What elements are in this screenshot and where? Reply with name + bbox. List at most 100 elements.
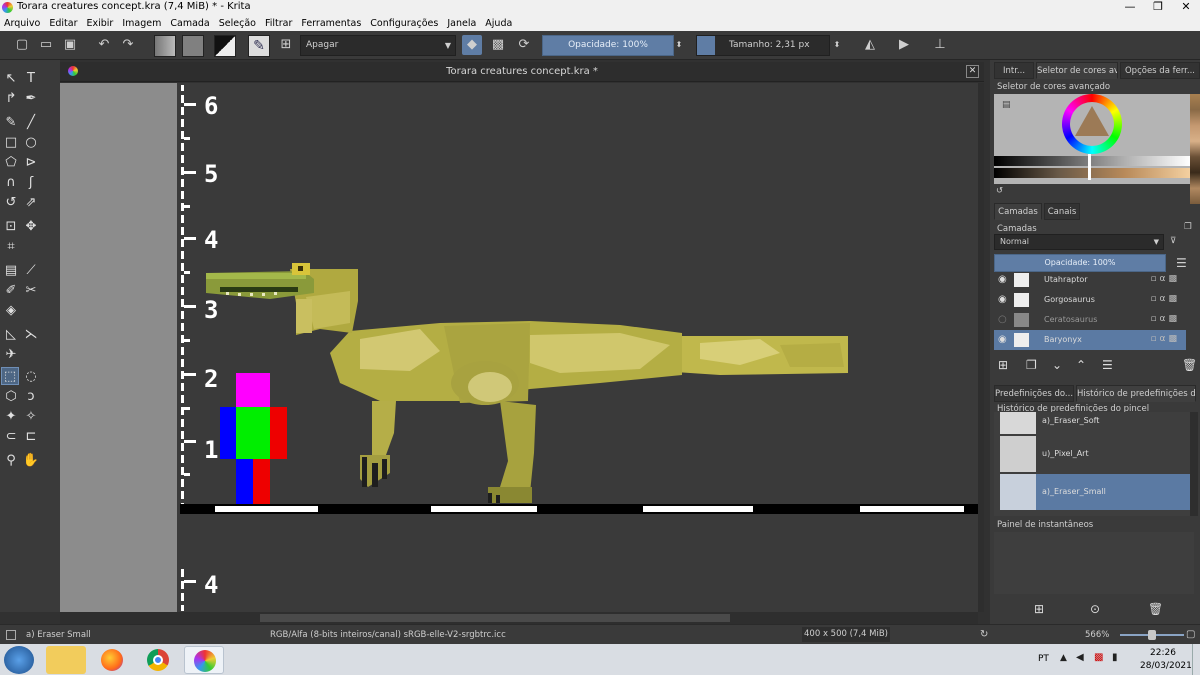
preset-item-active[interactable]: a)_Eraser_Small [1000,474,1190,510]
zoom-level[interactable]: 566% [1085,630,1109,640]
horizontal-scroll-thumb[interactable] [260,614,730,622]
tab-brush-presets[interactable]: Predefinições do... [994,385,1074,402]
menu-editar[interactable]: Editar [49,18,77,29]
polyline-tool-icon[interactable]: ⊳ [22,154,40,172]
brush-settings-icon[interactable]: ⊞ [276,35,296,55]
hue-ring[interactable] [1062,94,1122,154]
add-snapshot-icon[interactable]: ⊞ [1034,602,1044,616]
mirror-vertical-icon[interactable]: ▶ [894,35,914,55]
smart-patch-icon[interactable]: ✂ [22,282,40,300]
menu-imagem[interactable]: Imagem [122,18,161,29]
language-indicator[interactable]: PT [1038,654,1049,664]
text-tool-icon[interactable]: T [22,70,40,88]
tab-color-selector[interactable]: Seletor de cores av... [1036,62,1118,79]
layer-row[interactable]: ◉ Gorgosaurus ▫α▩ [994,290,1186,310]
polygon-select-icon[interactable]: ⬡ [2,388,20,406]
opacity-slider[interactable]: Opacidade: 100% [542,35,674,56]
eraser-mode-icon[interactable]: ◆ [462,35,482,55]
color-picker-icon[interactable]: ⟋ [22,262,40,280]
assistant-tool-icon[interactable]: ⋋ [22,326,40,344]
wrap-around-icon[interactable]: ⊥ [930,35,950,55]
tab-preset-history[interactable]: Histórico de predefinições do ... [1076,385,1196,402]
add-layer-icon[interactable]: ⊞ [998,358,1008,372]
select-shapes-icon[interactable]: ↖ [2,70,20,88]
document-tab-title[interactable]: Torara creatures concept.kra * [60,66,984,77]
ellipse-tool-icon[interactable]: ○ [22,134,40,152]
layer-blend-select[interactable]: Normal ▼ [994,234,1164,250]
menu-ferramentas[interactable]: Ferramentas [301,18,361,29]
layer-row[interactable]: ◉ Utahraptor ▫α▩ [994,270,1186,290]
color-settings-icon[interactable]: ▤ [1002,100,1011,110]
preset-scrollbar[interactable] [1190,412,1198,516]
maximize-button[interactable]: ❐ [1144,0,1172,15]
layer-filter-icon[interactable]: ⊽ [1170,236,1176,246]
layer-row-active[interactable]: ◉ Baryonyx ▫α▩ [994,330,1186,350]
menu-camada[interactable]: Camada [170,18,209,29]
magnetic-select-icon[interactable]: ⊏ [22,428,40,446]
minimize-button[interactable]: — [1116,0,1144,15]
layer-properties-icon[interactable]: ☰ [1176,256,1187,270]
freehand-brush-icon[interactable]: ✎ [2,114,20,132]
contiguous-select-icon[interactable]: ✦ [2,408,20,426]
delete-layer-icon[interactable]: 🗑 [1182,358,1197,372]
crop-tool-icon[interactable]: ⌗ [2,238,20,256]
close-document-icon[interactable]: ✕ [966,65,979,78]
new-document-icon[interactable]: ▢ [12,35,32,55]
hue-slider[interactable] [994,168,1190,178]
rect-select-icon[interactable]: ⬚ [1,367,19,385]
similar-select-icon[interactable]: ✧ [22,408,40,426]
polygon-tool-icon[interactable]: ⬠ [2,154,20,172]
freehand-select-icon[interactable]: ↄ [22,388,40,406]
camera-icon[interactable]: ⊙ [1090,602,1100,616]
gradient-selector[interactable] [154,35,176,57]
visibility-eye-icon[interactable]: ◉ [998,294,1009,305]
layer-settings-icon[interactable]: ☰ [1102,358,1113,372]
bezier-select-icon[interactable]: ⊂ [2,428,20,446]
visibility-eye-icon[interactable]: ◉ [998,334,1009,345]
edit-shapes-icon[interactable]: ↱ [2,90,20,108]
layer-lock-alpha-icons[interactable]: ▫α▩ [1150,294,1180,304]
speaker-icon[interactable]: ◀ [1076,652,1084,663]
tab-tool-options[interactable]: Opções da ferr... [1120,62,1200,79]
preserve-alpha-icon[interactable]: ▩ [488,35,508,55]
zoom-tool-icon[interactable]: ⚲ [2,452,20,470]
chrome-taskbar[interactable] [138,646,178,674]
preset-item[interactable]: a)_Eraser_Soft [1000,412,1190,434]
value-slider[interactable] [994,156,1190,166]
pan-tool-icon[interactable]: ✋ [22,452,40,470]
menu-exibir[interactable]: Exibir [87,18,114,29]
move-layer-up-icon[interactable]: ⌃ [1076,358,1086,372]
layer-lock-alpha-icons[interactable]: ▫α▩ [1150,314,1180,324]
tab-layers[interactable]: Camadas [994,203,1042,220]
preset-item[interactable]: u)_Pixel_Art [1000,436,1190,472]
zoom-slider-handle[interactable] [1148,630,1156,640]
file-explorer-taskbar[interactable] [46,646,86,674]
move-layer-down-icon[interactable]: ⌄ [1052,358,1062,372]
color-selector-area[interactable]: ▤ [994,94,1190,184]
hidden-eye-icon[interactable]: ○ [998,314,1009,325]
canvas-area[interactable]: 6 5 4 3 2 1 4 [60,83,978,612]
gradient-tool-icon[interactable]: ▤ [2,262,20,280]
measure-tool-icon[interactable]: ◺ [2,326,20,344]
horizontal-scrollbar[interactable] [60,612,978,624]
pattern-selector[interactable] [182,35,204,57]
reload-preset-icon[interactable]: ⟳ [514,35,534,55]
color-history-strip[interactable] [1190,94,1200,204]
line-tool-icon[interactable]: ╱ [22,114,40,132]
clock-time[interactable]: 22:26 [1150,648,1176,658]
visibility-eye-icon[interactable]: ◉ [998,274,1009,285]
brush-preset-icon[interactable]: ✎ [248,35,270,57]
ellipse-select-icon[interactable]: ◌ [22,368,40,386]
menu-arquivo[interactable]: Arquivo [4,18,40,29]
mirror-horizontal-icon[interactable]: ◭ [860,35,880,55]
opacity-stepper-icon[interactable]: ⬍ [674,35,684,55]
clock-date[interactable]: 28/03/2021 [1140,661,1192,671]
blend-mode-select[interactable]: Apagar ▼ [300,35,456,56]
freehand-path-icon[interactable]: ʃ [22,174,40,192]
tab-channels[interactable]: Canais [1044,203,1080,220]
krita-taskbar[interactable] [184,646,224,674]
multibrush-icon[interactable]: ⇗ [22,194,40,212]
undo-icon[interactable]: ↶ [94,35,114,55]
transform-tool-icon[interactable]: ⊡ [2,218,20,236]
calligraphy-icon[interactable]: ✒ [22,90,40,108]
